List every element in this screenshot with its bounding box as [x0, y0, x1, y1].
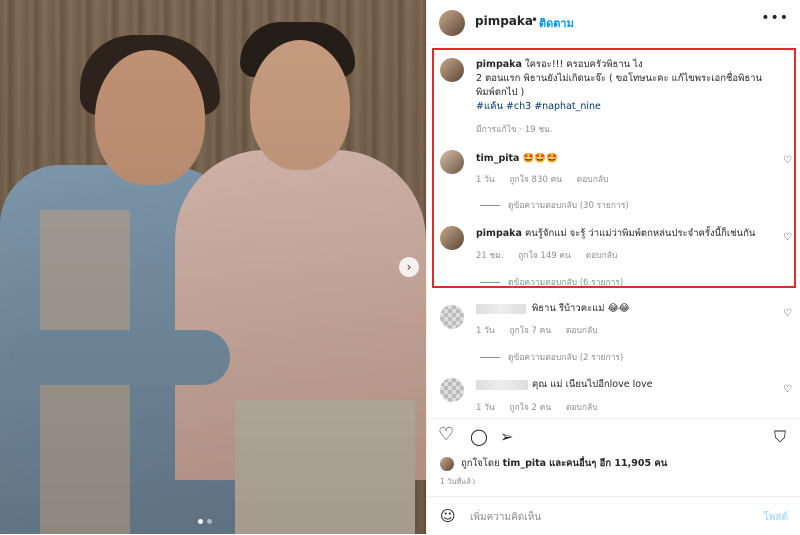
view-replies-button[interactable]: ดูข้อความตอบกลับ (6 รายการ)	[480, 275, 623, 289]
heart-icon[interactable]: ♡	[783, 155, 792, 166]
carousel-dot	[198, 519, 203, 524]
comment-meta: 21 ชม. ถูกใจ 149 คน ตอบกลับ	[476, 248, 629, 262]
likes-summary: ถูกใจโดย tim_pita และคนอื่นๆ อีก 11,905 …	[440, 456, 667, 471]
comment-text: พิธาน รีบ้าวคะแม่ 😂😂	[532, 302, 630, 316]
avatar[interactable]	[440, 305, 464, 329]
divider	[480, 282, 500, 283]
comment-text: tim_pita 🤩🤩🤩	[476, 152, 558, 166]
caption-line2: 2 ตอนแรก พิธานยังไม่เกิดนะจ๊ะ ( ขอโทษนะค…	[476, 73, 763, 84]
photo-shade	[0, 0, 426, 534]
caption-meta: มีการแก้ไข · 19 ชม.	[476, 125, 553, 135]
comment-likes[interactable]: ถูกใจ 7 คน	[509, 326, 551, 336]
caption-hashtags[interactable]: #แค้น #ch3 #naphat_nine	[476, 101, 601, 112]
comment-input[interactable]: เพิ่มความคิดเห็น	[470, 510, 541, 525]
view-replies-label: ดูข้อความตอบกลับ (2 รายการ)	[508, 353, 624, 363]
follow-button[interactable]: ติดตาม	[539, 14, 574, 32]
avatar	[440, 456, 454, 471]
post-photo[interactable]: ›	[0, 0, 426, 534]
save-icon[interactable]: ⛉	[774, 427, 786, 447]
avatar[interactable]	[439, 10, 465, 36]
author-username[interactable]: pimpaka	[475, 14, 533, 28]
comment-username[interactable]: pimpaka	[476, 228, 522, 239]
comment-body: คุณ แม่ เนียนไปอีกlove love	[532, 379, 653, 390]
more-options-icon[interactable]: •••	[761, 10, 789, 26]
likes-user[interactable]: tim_pita	[503, 458, 546, 469]
post-header: pimpaka • ติดตาม •••	[427, 0, 800, 45]
view-replies-label: ดูข้อความตอบกลับ (6 รายการ)	[508, 278, 624, 288]
comment-username[interactable]	[476, 380, 528, 390]
post-comment-button[interactable]: โพสต์	[763, 510, 788, 525]
comment-meta: 1 วัน ถูกใจ 830 คน ตอบกลับ	[476, 172, 620, 186]
emoji-icon[interactable]: ☺	[440, 507, 456, 525]
comment-username[interactable]: tim_pita	[476, 153, 519, 164]
posted-time[interactable]: 1 วันที่แล้ว	[440, 476, 475, 488]
likes-others[interactable]: และคนอื่นๆ อีก 11,905 คน	[549, 458, 667, 469]
carousel-dot	[207, 519, 212, 524]
comment-meta: 1 วัน ถูกใจ 7 คน ตอบกลับ	[476, 323, 610, 337]
reply-button[interactable]: ตอบกลับ	[566, 403, 598, 413]
heart-icon[interactable]: ♡	[783, 232, 792, 243]
view-replies-label: ดูข้อความตอบกลับ (30 รายการ)	[508, 201, 629, 211]
avatar[interactable]	[440, 150, 464, 174]
next-photo-button[interactable]: ›	[399, 257, 419, 277]
comment-likes[interactable]: ถูกใจ 149 คน	[518, 251, 571, 261]
heart-icon[interactable]: ♡	[783, 308, 792, 319]
divider	[480, 205, 500, 206]
comment-icon[interactable]: ◯	[470, 427, 488, 446]
comment-time: 1 วัน	[476, 175, 495, 185]
comment-time: 1 วัน	[476, 326, 495, 336]
comment-text: คุณ แม่ เนียนไปอีกlove love	[532, 378, 653, 392]
comment-text: pimpaka คนรู้จักแม่ จะรู้ ว่าแม่ว่าพิมพ์…	[476, 227, 755, 241]
action-bar: ♡ ◯ ➢ ⛉	[426, 418, 800, 451]
separator-dot: •	[531, 13, 539, 27]
heart-icon[interactable]: ♡	[783, 384, 792, 395]
likes-prefix: ถูกใจโดย	[461, 458, 500, 469]
comment-meta: 1 วัน ถูกใจ 2 คน ตอบกลับ	[476, 400, 610, 414]
comment-body: คนรู้จักแม่ จะรู้ ว่าแม่ว่าพิมพ์ตกหล่นปร…	[524, 228, 756, 239]
caption-username[interactable]: pimpaka	[476, 59, 522, 70]
caption-line1: ใครอะ!!! ครอบครัวพิธาน ไง	[524, 59, 643, 70]
like-icon[interactable]: ♡	[438, 424, 454, 445]
comment-body: 🤩🤩🤩	[522, 153, 559, 164]
comment-body: พิธาน รีบ้าวคะแม่ 😂😂	[532, 303, 630, 314]
comment-likes[interactable]: ถูกใจ 2 คน	[509, 403, 551, 413]
comment-likes[interactable]: ถูกใจ 830 คน	[509, 175, 562, 185]
divider	[480, 357, 500, 358]
comment-username[interactable]	[476, 304, 526, 314]
view-replies-button[interactable]: ดูข้อความตอบกลับ (30 รายการ)	[480, 198, 629, 212]
reply-button[interactable]: ตอบกลับ	[566, 326, 598, 336]
comment-time: 21 ชม.	[476, 251, 504, 261]
reply-button[interactable]: ตอบกลับ	[577, 175, 609, 185]
avatar[interactable]	[440, 378, 464, 402]
view-replies-button[interactable]: ดูข้อความตอบกลับ (2 รายการ)	[480, 350, 623, 364]
avatar[interactable]	[440, 58, 464, 82]
carousel-dots	[198, 519, 212, 524]
reply-button[interactable]: ตอบกลับ	[586, 251, 618, 261]
avatar[interactable]	[440, 226, 464, 250]
caption-line3: พิมพ์ตกไป )	[476, 87, 525, 98]
share-icon[interactable]: ➢	[500, 427, 513, 446]
add-comment-bar: ☺ เพิ่มความคิดเห็น โพสต์	[426, 496, 800, 535]
comment-time: 1 วัน	[476, 403, 495, 413]
caption: pimpaka ใครอะ!!! ครอบครัวพิธาน ไง 2 ตอนแ…	[476, 58, 786, 114]
